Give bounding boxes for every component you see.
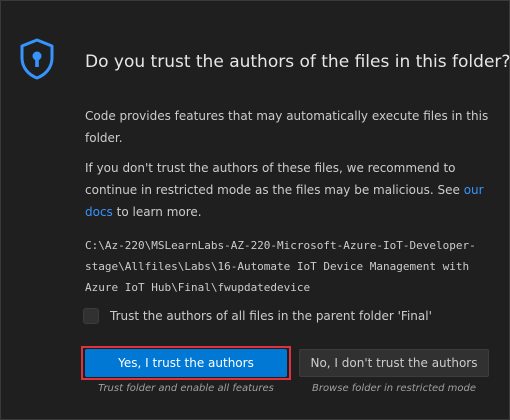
distrust-caption: Browse folder in restricted mode — [311, 383, 477, 394]
distrust-authors-button[interactable]: No, I don't trust the authors — [299, 349, 489, 377]
shield-lock-icon — [17, 37, 57, 81]
dialog-body: Code provides features that may automati… — [85, 105, 495, 298]
folder-path: C:\Az-220\MSLearnLabs-AZ-220-Microsoft-A… — [85, 239, 476, 294]
restricted-mode-text: If you don't trust the authors of these … — [85, 161, 484, 219]
execution-warning-text: Code provides features that may automati… — [85, 109, 489, 145]
trust-parent-label[interactable]: Trust the authors of all files in the pa… — [110, 309, 432, 323]
trust-caption: Trust folder and enable all features — [98, 383, 274, 394]
workspace-trust-dialog: Do you trust the authors of the files in… — [0, 0, 510, 420]
trust-authors-button[interactable]: Yes, I trust the authors — [85, 349, 287, 377]
dialog-title: Do you trust the authors of the files in… — [85, 52, 510, 72]
dialog-header: Do you trust the authors of the files in… — [17, 37, 510, 81]
trust-parent-checkbox[interactable] — [83, 308, 99, 324]
trust-parent-checkbox-row[interactable]: Trust the authors of all files in the pa… — [83, 305, 432, 327]
